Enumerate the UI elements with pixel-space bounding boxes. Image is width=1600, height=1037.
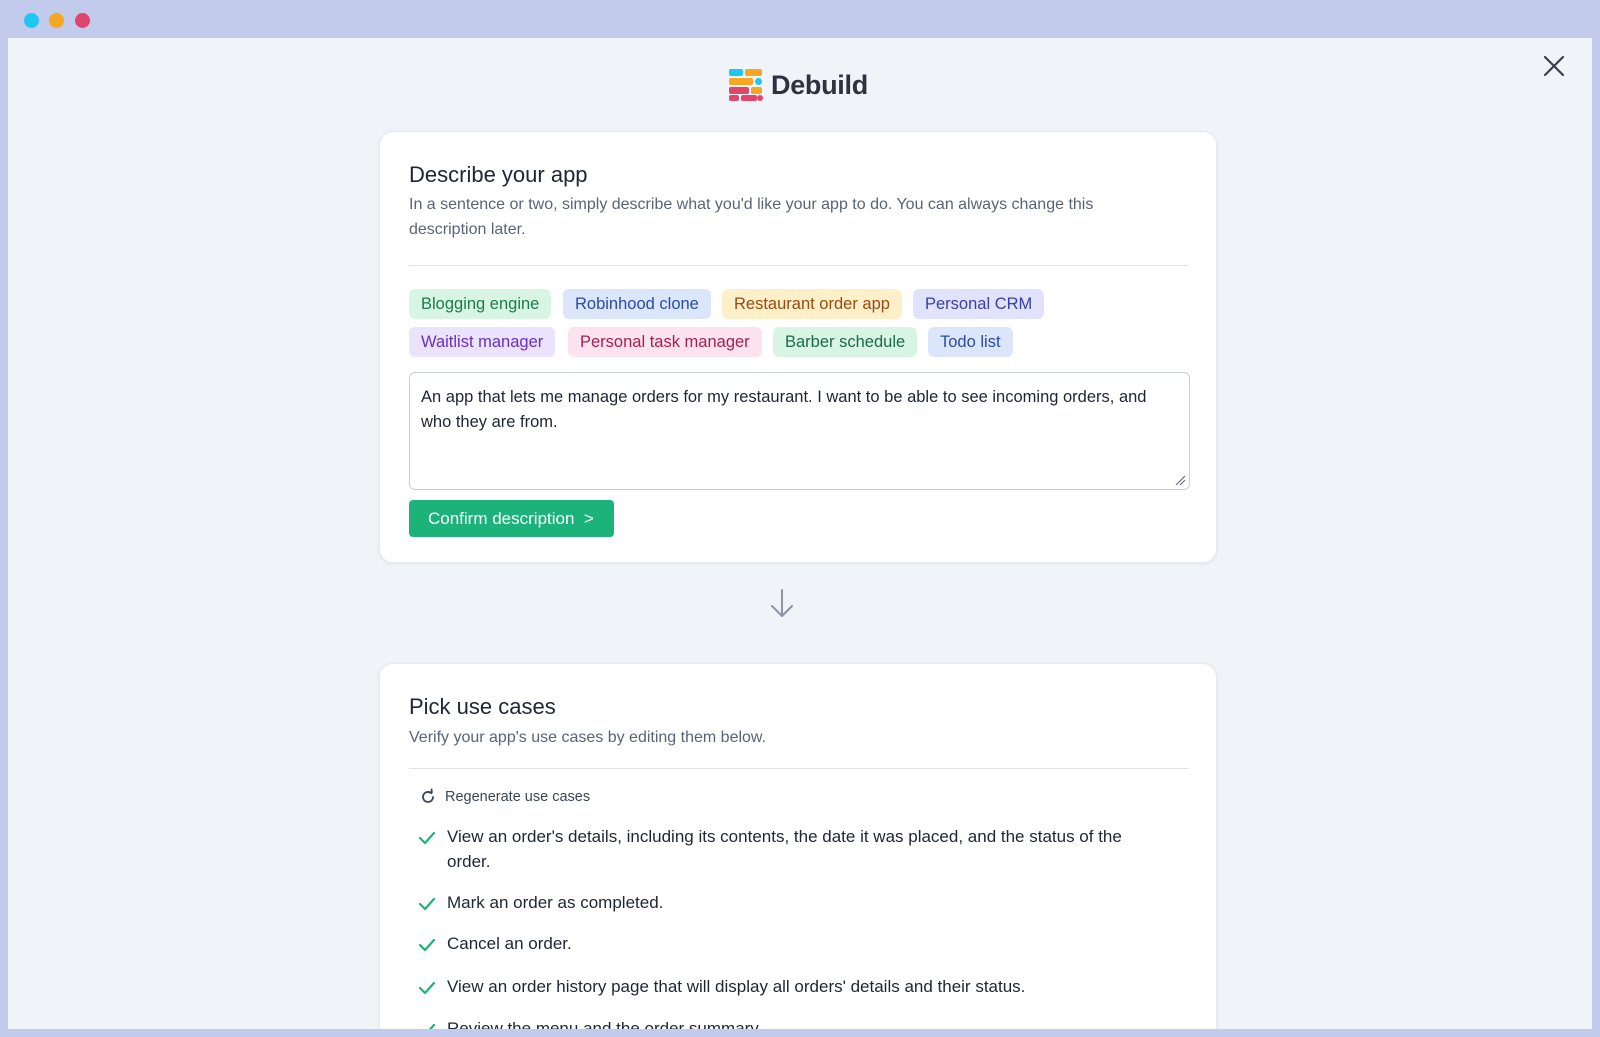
use-case-item[interactable]: Review the menu and the order summary.	[417, 1016, 1137, 1029]
regenerate-label: Regenerate use cases	[445, 789, 591, 805]
describe-subtitle: In a sentence or two, simply describe wh…	[409, 196, 1094, 238]
chip-personal-crm[interactable]: Personal CRM	[913, 289, 1045, 319]
chip-personal-task-manager[interactable]: Personal task manager	[568, 327, 762, 357]
chip-todo-list[interactable]: Todo list	[928, 327, 1013, 357]
use-case-text: Cancel an order.	[447, 934, 572, 953]
window-titlebar	[0, 0, 1600, 38]
description-textarea[interactable]: An app that lets me manage orders for my…	[409, 372, 1190, 490]
brand-name: Debuild	[771, 69, 868, 100]
checkmark-icon[interactable]	[417, 828, 437, 848]
use-case-text: Review the menu and the order summary.	[447, 1019, 763, 1029]
arrow-down-icon	[771, 589, 793, 617]
describe-title: Describe your app	[409, 162, 588, 187]
window-close-button[interactable]	[75, 13, 90, 28]
divider	[409, 265, 1189, 266]
app-window: Debuild Describe your app In a sentence …	[8, 38, 1592, 1029]
description-text: An app that lets me manage orders for my…	[421, 388, 1147, 431]
close-icon[interactable]	[1540, 52, 1568, 80]
use-cases-subtitle: Verify your app's use cases by editing t…	[409, 729, 767, 746]
chip-barber-schedule[interactable]: Barber schedule	[773, 327, 918, 357]
refresh-icon	[422, 788, 434, 803]
checkmark-icon[interactable]	[417, 978, 437, 998]
checkmark-icon[interactable]	[417, 1020, 437, 1029]
chip-restaurant-order-app[interactable]: Restaurant order app	[722, 289, 902, 319]
debuild-logo-icon	[729, 69, 763, 101]
divider	[409, 768, 1189, 769]
chip-blogging-engine[interactable]: Blogging engine	[409, 289, 552, 319]
use-case-text: Mark an order as completed.	[447, 893, 664, 912]
resize-handle-icon[interactable]	[1174, 474, 1186, 486]
checkmark-icon[interactable]	[417, 894, 437, 914]
use-cases-card: Pick use cases Verify your app's use cas…	[379, 663, 1217, 1029]
use-case-text: View an order's details, including its c…	[447, 827, 1122, 871]
describe-app-card: Describe your app In a sentence or two, …	[379, 131, 1217, 563]
brand-logo: Debuild	[728, 68, 868, 102]
use-case-item[interactable]: View an order's details, including its c…	[417, 824, 1137, 874]
use-case-text: View an order history page that will dis…	[447, 977, 1026, 996]
use-case-item[interactable]: Mark an order as completed.	[417, 890, 1137, 915]
use-case-item[interactable]: View an order history page that will dis…	[417, 974, 1137, 999]
use-case-item[interactable]: Cancel an order.	[417, 931, 1137, 956]
checkmark-icon[interactable]	[417, 935, 437, 955]
window-fullscreen-button[interactable]	[24, 13, 39, 28]
use-cases-title: Pick use cases	[409, 694, 556, 719]
confirm-description-button[interactable]: Confirm description >	[409, 500, 614, 537]
regenerate-use-cases-button[interactable]: Regenerate use cases	[419, 788, 590, 806]
chip-waitlist-manager[interactable]: Waitlist manager	[409, 327, 556, 357]
chip-robinhood-clone[interactable]: Robinhood clone	[563, 289, 711, 319]
window-minimize-button[interactable]	[49, 13, 64, 28]
